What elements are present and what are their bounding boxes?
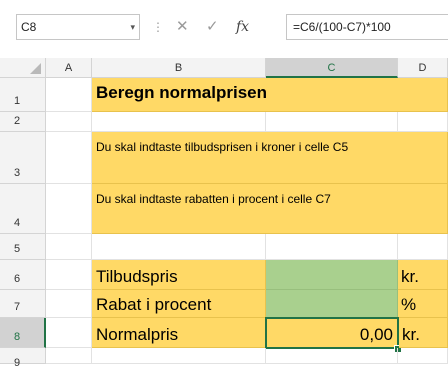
cell-a1[interactable] xyxy=(46,78,92,112)
row-number: 9 xyxy=(14,357,21,369)
cell-d8[interactable]: kr. xyxy=(399,318,448,348)
cell-a2[interactable] xyxy=(46,112,92,132)
cell-a5[interactable] xyxy=(46,234,92,260)
insert-function-icon[interactable]: fx xyxy=(236,14,249,40)
row-header-4[interactable]: 4 xyxy=(0,184,46,234)
row-number: 8 xyxy=(14,331,21,343)
row-header-5[interactable]: 5 xyxy=(0,234,46,260)
cell-a7[interactable] xyxy=(46,290,92,318)
label-discount: Rabat i procent xyxy=(96,295,212,314)
cell-c9[interactable] xyxy=(266,348,398,364)
column-header-d[interactable]: D xyxy=(398,58,448,78)
label-offer-price: Tilbudspris xyxy=(96,267,178,286)
row-header-6[interactable]: 6 xyxy=(0,260,46,290)
cell-b8[interactable]: Normalpris xyxy=(92,318,266,348)
row-header-7[interactable]: 7 xyxy=(0,290,46,318)
cell-c8-result-active[interactable]: 0,00 xyxy=(265,317,399,349)
row-header-8[interactable]: 8 xyxy=(0,318,46,348)
worksheet-grid: A B C D 1 2 3 4 5 6 7 8 9 Beregn normalp… xyxy=(0,58,448,369)
cell-b2[interactable] xyxy=(92,112,266,132)
cell-c6-input[interactable] xyxy=(266,260,398,290)
unit-kr-result: kr. xyxy=(402,325,420,344)
cell-d6[interactable]: kr. xyxy=(398,260,448,290)
formula-input[interactable]: =C6/(100-C7)*100 xyxy=(286,14,448,40)
row-header-9[interactable]: 9 xyxy=(0,348,46,369)
cell-b9[interactable] xyxy=(92,348,266,364)
cell-b7[interactable]: Rabat i procent xyxy=(92,290,266,318)
cell-b3[interactable]: Du skal indtaste tilbudsprisen i kroner … xyxy=(92,132,448,184)
cell-d5[interactable] xyxy=(398,234,448,260)
row-number: 5 xyxy=(14,243,21,255)
row-number: 6 xyxy=(14,273,21,285)
enter-icon[interactable]: ✓ xyxy=(206,14,219,40)
cell-b5[interactable] xyxy=(92,234,266,260)
name-box-value: C8 xyxy=(21,20,37,34)
row-header-2[interactable]: 2 xyxy=(0,112,46,132)
row-header-3[interactable]: 3 xyxy=(0,132,46,184)
cell-c7-input[interactable] xyxy=(266,290,398,318)
cell-d2[interactable] xyxy=(398,112,448,132)
normal-price-value: 0,00 xyxy=(359,325,393,344)
row-number: 7 xyxy=(14,301,21,313)
label-normal-price: Normalpris xyxy=(96,325,179,344)
unit-percent: % xyxy=(401,295,417,314)
chevron-down-icon[interactable]: ▾ xyxy=(130,15,135,39)
cell-a8[interactable] xyxy=(46,318,92,348)
select-all-triangle-icon xyxy=(30,63,41,74)
cell-a3[interactable] xyxy=(46,132,92,184)
sheet-title: Beregn normalprisen xyxy=(96,83,267,102)
select-all-button[interactable] xyxy=(0,58,46,78)
cell-a9[interactable] xyxy=(46,348,92,364)
formula-bar-separator-icon: ⋮ xyxy=(152,20,164,34)
instruction-discount: Du skal indtaste rabatten i procent i ce… xyxy=(96,192,331,206)
cell-d9[interactable] xyxy=(398,348,448,364)
row-number: 1 xyxy=(14,95,21,107)
row-header-1[interactable]: 1 xyxy=(0,78,46,112)
formula-bar: C8 ▾ ⋮ ✕ ✓ fx =C6/(100-C7)*100 xyxy=(0,0,448,58)
cell-c2[interactable] xyxy=(266,112,398,132)
row-number: 4 xyxy=(14,217,21,229)
cell-b1[interactable]: Beregn normalprisen xyxy=(92,78,448,112)
cell-b6[interactable]: Tilbudspris xyxy=(92,260,266,290)
cell-a4[interactable] xyxy=(46,184,92,234)
cell-c5[interactable] xyxy=(266,234,398,260)
cell-b4[interactable]: Du skal indtaste rabatten i procent i ce… xyxy=(92,184,448,234)
row-number: 2 xyxy=(14,115,21,127)
cancel-icon[interactable]: ✕ xyxy=(176,14,189,40)
unit-kr: kr. xyxy=(401,267,419,286)
column-header-b[interactable]: B xyxy=(92,58,266,78)
cell-a6[interactable] xyxy=(46,260,92,290)
instruction-price: Du skal indtaste tilbudsprisen i kroner … xyxy=(96,140,349,154)
name-box[interactable]: C8 ▾ xyxy=(16,14,140,40)
column-header-c[interactable]: C xyxy=(266,58,398,78)
column-header-a[interactable]: A xyxy=(46,58,92,78)
cell-d7[interactable]: % xyxy=(398,290,448,318)
row-number: 3 xyxy=(14,167,21,179)
